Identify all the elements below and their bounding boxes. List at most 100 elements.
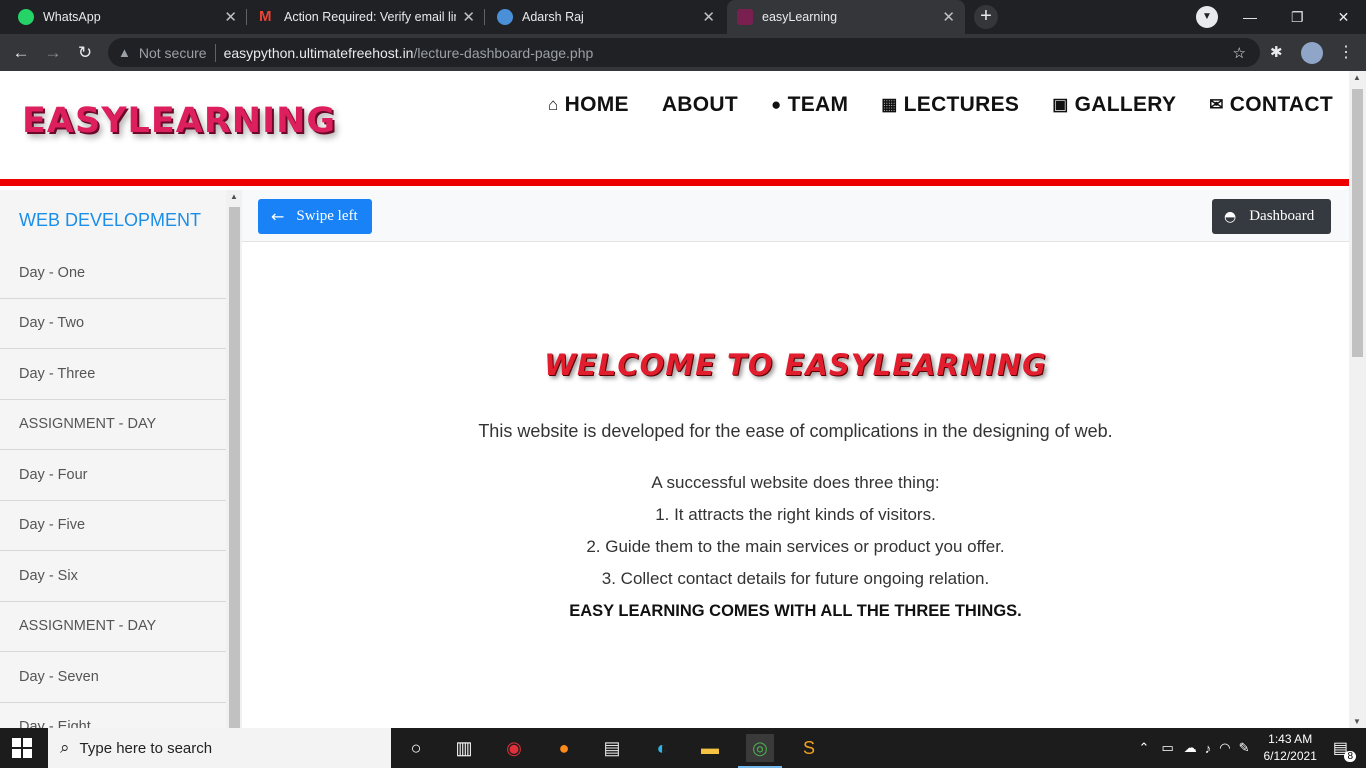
chevron-up-icon[interactable]: ⌃ <box>1139 740 1150 756</box>
site-description: This website is developed for the ease o… <box>478 421 1113 441</box>
store-icon[interactable]: ▤ <box>598 734 626 762</box>
browser-toolbar: ← → ↻ ▲ Not secure easypython.ultimatefr… <box>0 34 1366 71</box>
sidebar-item-day-four[interactable]: Day - Four <box>0 450 226 501</box>
gmail-icon: M <box>259 8 272 25</box>
tab-easylearning[interactable]: easyLearning ✕ <box>727 0 965 34</box>
edge-icon[interactable]: ◐ <box>648 734 676 762</box>
tab-title: Action Required: Verify email link <box>284 10 457 24</box>
nav-home[interactable]: ⌂ HOME <box>548 93 629 117</box>
system-clock[interactable]: 1:43 AM 6/12/2021 <box>1263 731 1316 765</box>
point-item: 2. Guide them to the main services or pr… <box>586 537 1005 556</box>
header-divider <box>0 179 1349 186</box>
content-toolbar: ← Swipe left ◓ Dashboard <box>242 190 1349 242</box>
url-path: /lecture-dashboard-page.php <box>413 44 594 61</box>
swipe-left-button[interactable]: ← Swipe left <box>258 199 372 234</box>
back-button[interactable]: ← <box>8 40 34 66</box>
windows-start-icon[interactable] <box>12 738 32 758</box>
tab-title: easyLearning <box>762 10 838 24</box>
whatsapp-icon <box>18 9 34 25</box>
nav-label: LECTURES <box>903 93 1020 116</box>
swipe-left-label: Swipe left <box>296 208 358 224</box>
main-content: ← Swipe left ◓ Dashboard WELCOME TO EASY… <box>242 190 1349 728</box>
cortana-icon[interactable]: ○ <box>402 734 430 762</box>
url-host: easypython.ultimatefreehost.in <box>223 44 414 61</box>
minimize-button[interactable]: — <box>1243 9 1257 25</box>
sidebar-item-assignment[interactable]: ASSIGNMENT - DAY <box>0 602 226 652</box>
menu-icon[interactable]: ⋮ <box>1338 42 1354 62</box>
arrow-left-icon: ← <box>271 207 285 226</box>
nav-label: HOME <box>564 93 629 116</box>
page-scrollbar[interactable]: ▲ ▼ <box>1349 71 1366 728</box>
close-icon[interactable]: ✕ <box>224 8 237 26</box>
sidebar-item-day-six[interactable]: Day - Six <box>0 551 226 602</box>
restore-button[interactable]: ❐ <box>1291 9 1304 26</box>
tab-gmail[interactable]: M Action Required: Verify email link ✕ <box>249 0 485 34</box>
scroll-up-icon[interactable]: ▲ <box>230 192 238 201</box>
profile-icon <box>497 9 513 25</box>
dashboard-button[interactable]: ◓ Dashboard <box>1212 199 1331 234</box>
volume-icon[interactable]: ♪ <box>1205 741 1212 756</box>
close-icon[interactable]: ✕ <box>462 8 475 26</box>
tab-profile[interactable]: Adarsh Raj ✕ <box>487 0 725 34</box>
close-icon[interactable]: ✕ <box>942 8 955 26</box>
scroll-up-icon[interactable]: ▲ <box>1353 73 1361 82</box>
pen-icon[interactable]: ✎ <box>1239 740 1250 756</box>
grid-icon: ▦ <box>881 95 898 114</box>
taskbar-search[interactable]: ⌕ Type here to search <box>48 728 391 768</box>
points-list: A successful website does three thing: 1… <box>242 467 1349 627</box>
nav-label: ABOUT <box>661 93 738 116</box>
system-tray: ⌃ ▭ ☁ ♪ ◠ ✎ 1:43 AM 6/12/2021 ▤ 8 <box>1139 728 1366 768</box>
site-logo[interactable]: EASYLEARNING <box>22 101 336 141</box>
wifi-icon[interactable]: ◠ <box>1219 740 1230 756</box>
address-bar[interactable]: ▲ Not secure easypython.ultimatefreehost… <box>108 38 1260 67</box>
tab-title: WhatsApp <box>43 10 101 24</box>
scrollbar-thumb[interactable] <box>1352 89 1363 357</box>
avatar[interactable] <box>1301 42 1323 64</box>
firefox-icon[interactable]: ● <box>550 734 578 762</box>
nav-lectures[interactable]: ▦ LECTURES <box>881 93 1019 117</box>
reload-button[interactable]: ↻ <box>72 40 98 66</box>
extensions-icon[interactable]: ✱ <box>1270 43 1283 61</box>
sidebar-item-day-two[interactable]: Day - Two <box>0 299 226 349</box>
close-icon[interactable]: ✕ <box>702 8 715 26</box>
sidebar-item-day-one[interactable]: Day - One <box>0 248 226 299</box>
cloud-icon[interactable]: ☁ <box>1184 740 1197 756</box>
notification-icon[interactable]: ▤ 8 <box>1333 738 1356 762</box>
clock-time: 1:43 AM <box>1268 732 1313 746</box>
sidebar-item-day-five[interactable]: Day - Five <box>0 501 226 551</box>
file-explorer-icon[interactable]: ▬ <box>696 734 724 762</box>
record-app-icon[interactable]: ◉ <box>500 734 528 762</box>
close-window-button[interactable]: ✕ <box>1338 9 1350 26</box>
tab-whatsapp[interactable]: WhatsApp ✕ <box>8 0 247 34</box>
point-item: 3. Collect contact details for future on… <box>601 569 990 588</box>
tab-title: Adarsh Raj <box>522 10 584 24</box>
nav-about[interactable]: ABOUT <box>662 93 738 117</box>
nav-contact[interactable]: ✉ CONTACT <box>1209 93 1333 117</box>
lecture-sidebar: WEB DEVELOPMENT Day - One Day - Two Day … <box>0 190 226 728</box>
nav-gallery[interactable]: ▣ GALLERY <box>1052 93 1176 117</box>
new-tab-button[interactable]: + <box>974 5 998 29</box>
sidebar-item-day-eight[interactable]: Day - Eight <box>0 703 226 728</box>
sidebar-item-assignment[interactable]: ASSIGNMENT - DAY <box>0 400 226 450</box>
tab-search-button[interactable]: ▼ <box>1196 0 1218 34</box>
warning-icon: ▲ <box>118 45 131 60</box>
main-navigation: ⌂ HOME ABOUT ● TEAM ▦ LECTURES ▣ GALLERY… <box>548 93 1333 117</box>
scrollbar-thumb[interactable] <box>229 207 240 728</box>
security-label[interactable]: Not secure <box>139 45 207 61</box>
task-view-icon[interactable]: ▥ <box>450 734 478 762</box>
user-icon: ● <box>770 95 782 114</box>
nav-label: TEAM <box>787 93 849 116</box>
sidebar-item-day-three[interactable]: Day - Three <box>0 349 226 400</box>
bookmark-star-icon[interactable]: ☆ <box>1233 44 1246 62</box>
nav-team[interactable]: ● TEAM <box>771 93 848 117</box>
scroll-down-icon[interactable]: ▼ <box>1353 717 1361 726</box>
sublime-text-icon[interactable]: S <box>795 734 823 762</box>
forward-button[interactable]: → <box>40 40 66 66</box>
battery-icon[interactable]: ▭ <box>1161 740 1173 756</box>
sidebar-item-day-seven[interactable]: Day - Seven <box>0 652 226 703</box>
chrome-icon[interactable]: ◎ <box>738 734 782 768</box>
point-item: 1. It attracts the right kinds of visito… <box>655 505 936 524</box>
dashboard-gauge-icon: ◓ <box>1224 208 1237 225</box>
sidebar-scrollbar[interactable]: ▲ <box>226 190 242 728</box>
home-icon: ⌂ <box>548 95 559 114</box>
